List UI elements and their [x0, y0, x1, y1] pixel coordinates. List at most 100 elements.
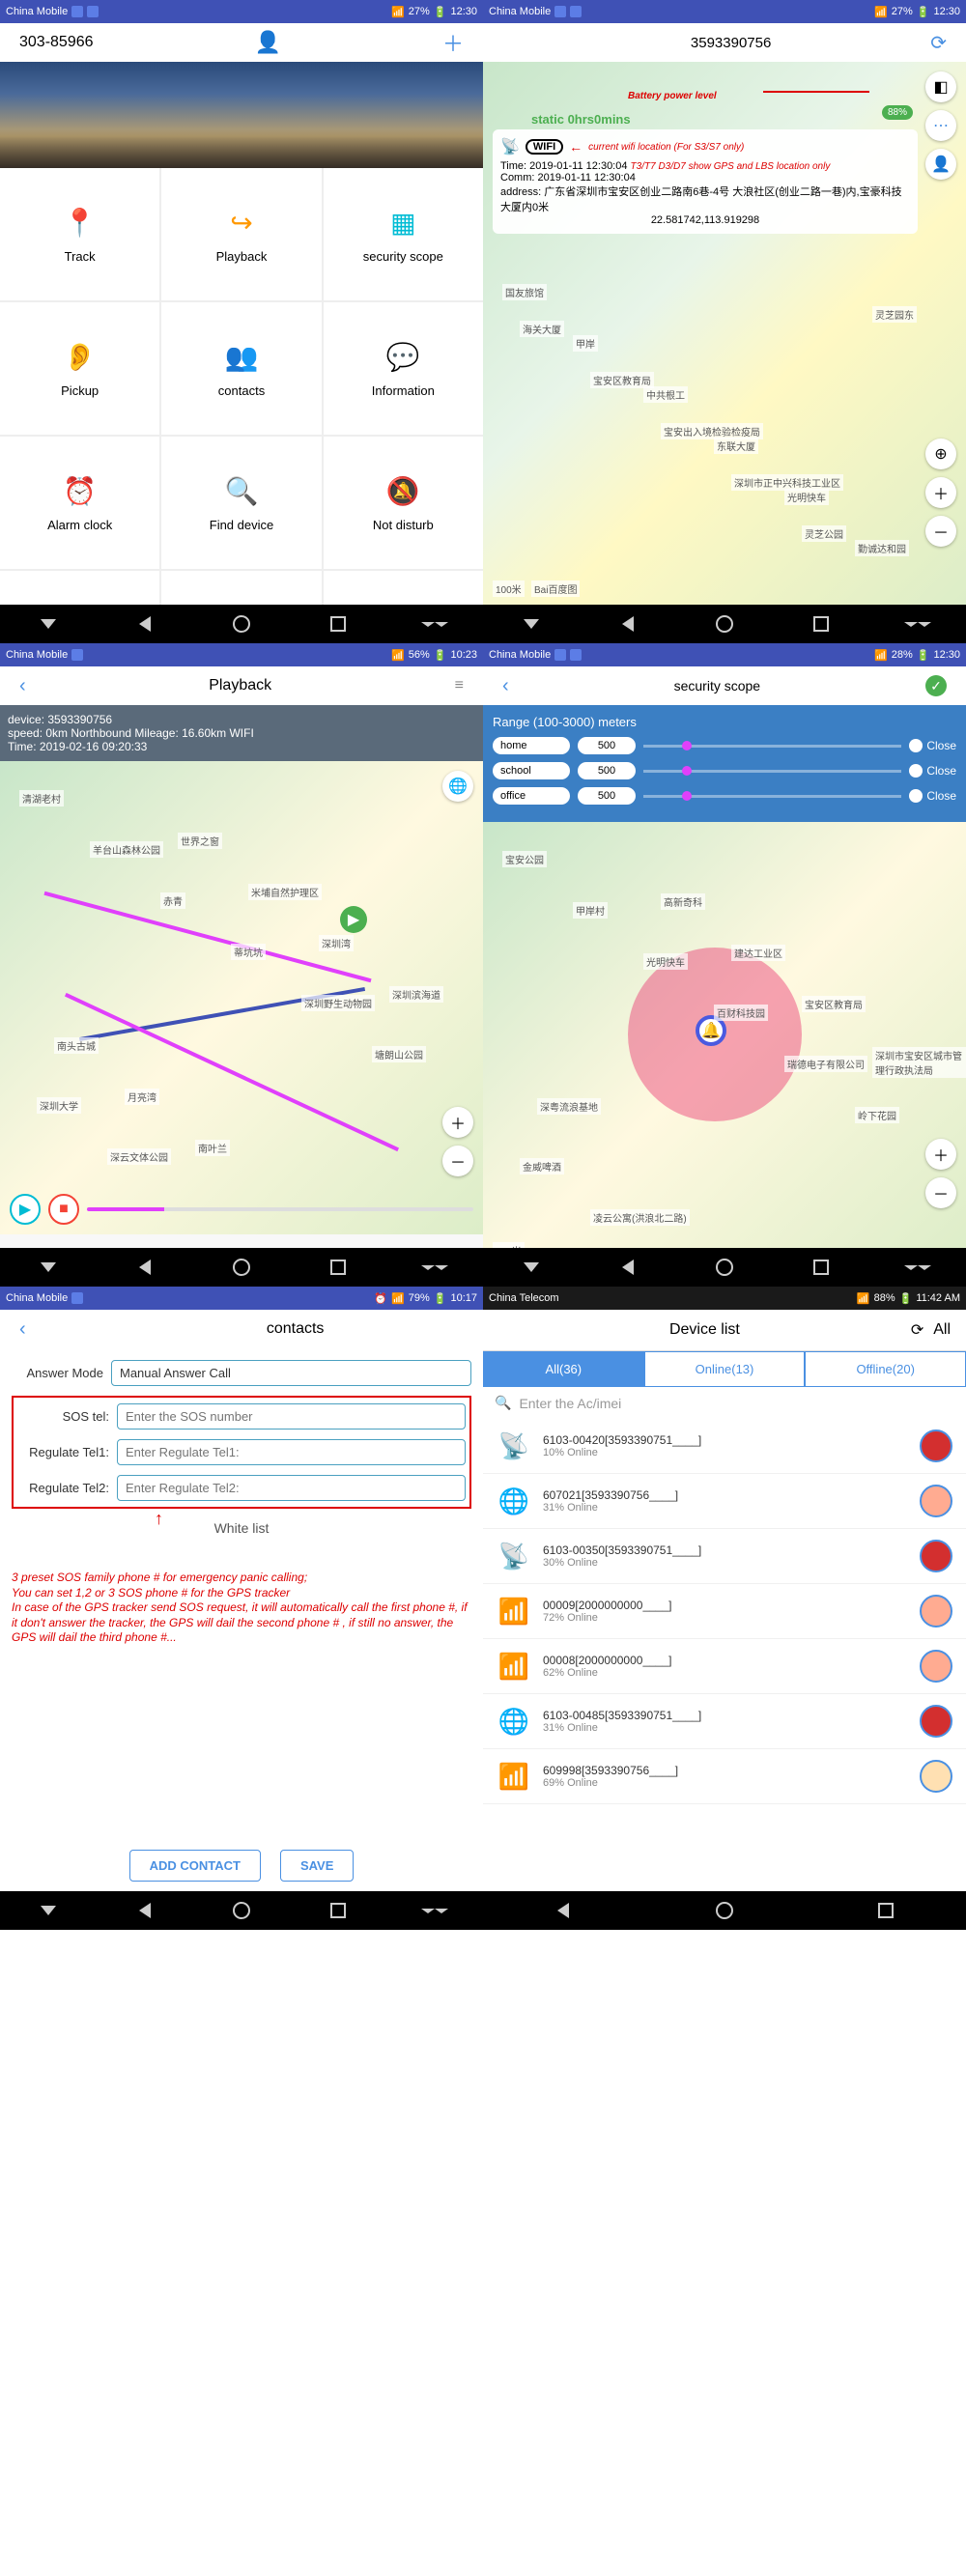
globe-button[interactable]: 🌐	[442, 771, 473, 802]
nav-home[interactable]	[230, 1899, 253, 1922]
device-item[interactable]: 📡 6103-00350[3593390751____]30% Online	[483, 1529, 966, 1584]
nav-menu[interactable]	[423, 612, 446, 636]
reg2-input[interactable]	[117, 1475, 466, 1501]
locate-button[interactable]: ⊕	[925, 439, 956, 469]
nav-back[interactable]	[616, 612, 639, 636]
range-slider[interactable]	[643, 770, 901, 773]
close-toggle[interactable]: Close	[909, 764, 956, 778]
device-item[interactable]: 📡 6103-00420[3593390751____]10% Online	[483, 1419, 966, 1474]
nav-recent[interactable]	[810, 1256, 833, 1279]
play-marker[interactable]: ▶	[340, 906, 367, 933]
nav-down[interactable]	[37, 1899, 60, 1922]
nav-down[interactable]	[520, 1256, 543, 1279]
progress-bar[interactable]	[87, 1207, 473, 1211]
refresh-icon[interactable]: ⟳	[911, 1320, 923, 1340]
back-icon[interactable]: ‹	[502, 675, 509, 697]
nav-recent[interactable]	[327, 1256, 350, 1279]
profile-icon[interactable]: 👤	[255, 30, 281, 55]
feature-playback[interactable]: ↪Playback	[161, 168, 321, 300]
nav-down[interactable]	[37, 612, 60, 636]
avatar[interactable]	[920, 1760, 952, 1793]
nav-back[interactable]	[552, 1899, 575, 1922]
answer-mode-select[interactable]: Manual Answer Call	[111, 1360, 471, 1386]
feature-contacts[interactable]: 👥contacts	[161, 302, 321, 435]
nav-menu[interactable]	[423, 1899, 446, 1922]
avatar[interactable]	[920, 1485, 952, 1517]
avatar[interactable]	[920, 1650, 952, 1683]
range-value-input[interactable]	[578, 737, 636, 754]
tab-offline[interactable]: Offline(20)	[805, 1351, 966, 1387]
nav-menu[interactable]	[906, 1256, 929, 1279]
feature-find-device[interactable]: 🔍Find device	[161, 437, 321, 569]
nav-bottom[interactable]	[0, 1891, 483, 1930]
whitelist-link[interactable]: White list	[12, 1509, 471, 1547]
close-toggle[interactable]: Close	[909, 789, 956, 803]
nav-home[interactable]	[713, 612, 736, 636]
back-icon[interactable]: ‹	[19, 675, 26, 697]
avatar[interactable]	[920, 1705, 952, 1738]
device-item[interactable]: 🌐 6103-00485[3593390751____]31% Online	[483, 1694, 966, 1749]
range-value-input[interactable]	[578, 787, 636, 805]
zoom-out-button[interactable]: －	[925, 1177, 956, 1208]
add-contact-button[interactable]: ADD CONTACT	[129, 1850, 261, 1882]
avatar[interactable]	[920, 1430, 952, 1462]
avatar[interactable]	[920, 1540, 952, 1572]
nav-bottom[interactable]	[483, 1248, 966, 1287]
map-view[interactable]: ▶ 🌐 ＋ － ▶ ■ 清湖老村羊台山森林公园赤青蒂坑坑深圳野生动物园塘朗山公园…	[0, 761, 483, 1234]
zoom-in-button[interactable]: ＋	[442, 1107, 473, 1138]
nav-down[interactable]	[520, 612, 543, 636]
stop-button[interactable]: ■	[48, 1194, 79, 1225]
range-name-input[interactable]	[493, 737, 570, 754]
nav-back[interactable]	[616, 1256, 639, 1279]
avatar[interactable]	[920, 1595, 952, 1628]
reg1-input[interactable]	[117, 1439, 466, 1465]
range-slider[interactable]	[643, 745, 901, 748]
street-button[interactable]: 👤	[925, 149, 956, 180]
range-slider[interactable]	[643, 795, 901, 798]
feature-pickup[interactable]: 👂Pickup	[0, 302, 159, 435]
confirm-icon[interactable]: ✓	[925, 675, 947, 696]
nav-home[interactable]	[230, 1256, 253, 1279]
nav-home[interactable]	[713, 1899, 736, 1922]
feature-alarm-clock[interactable]: ⏰Alarm clock	[0, 437, 159, 569]
nav-bottom[interactable]	[483, 1891, 966, 1930]
device-item[interactable]: 📶 609998[3593390756____]69% Online	[483, 1749, 966, 1804]
close-toggle[interactable]: Close	[909, 739, 956, 752]
nav-home[interactable]	[713, 1256, 736, 1279]
feature-security-scope[interactable]: ▦security scope	[324, 168, 483, 300]
nav-bottom[interactable]	[483, 605, 966, 643]
play-button[interactable]: ▶	[10, 1194, 41, 1225]
zoom-out-button[interactable]: －	[925, 516, 956, 547]
range-value-input[interactable]	[578, 762, 636, 779]
zoom-in-button[interactable]: ＋	[925, 477, 956, 508]
all-button[interactable]: All	[933, 1321, 951, 1339]
nav-recent[interactable]	[810, 612, 833, 636]
nav-recent[interactable]	[874, 1899, 897, 1922]
nav-back[interactable]	[133, 1256, 156, 1279]
zoom-in-button[interactable]: ＋	[925, 1139, 956, 1170]
feature-track[interactable]: 📍Track	[0, 168, 159, 300]
sos-input[interactable]	[117, 1403, 466, 1430]
device-item[interactable]: 📶 00009[2000000000____]72% Online	[483, 1584, 966, 1639]
back-icon[interactable]: ‹	[19, 1318, 26, 1341]
nav-bottom[interactable]	[0, 605, 483, 643]
nav-home[interactable]	[230, 612, 253, 636]
range-name-input[interactable]	[493, 787, 570, 805]
device-item[interactable]: 📶 00008[2000000000____]62% Online	[483, 1639, 966, 1694]
refresh-icon[interactable]: ⟳	[930, 31, 947, 55]
layers-button[interactable]: ◧	[925, 71, 956, 102]
nav-down[interactable]	[37, 1256, 60, 1279]
tab-online[interactable]: Online(13)	[644, 1351, 806, 1387]
nav-menu[interactable]	[906, 612, 929, 636]
map-view[interactable]: 🔔 ＋ － 200米 宝安公园甲岸村光明快车百财科技园瑞德电子有限公司岭下花园金…	[483, 822, 966, 1266]
save-button[interactable]: SAVE	[280, 1850, 354, 1882]
range-name-input[interactable]	[493, 762, 570, 779]
map-view[interactable]: Battery power level 88% static 0hrs0mins…	[483, 62, 966, 605]
nav-bottom[interactable]	[0, 1248, 483, 1287]
nav-recent[interactable]	[327, 1899, 350, 1922]
menu-icon[interactable]: ≡	[455, 677, 464, 694]
tab-all[interactable]: All(36)	[483, 1351, 644, 1387]
more-button[interactable]: ⋯	[925, 110, 956, 141]
search-bar[interactable]: 🔍 Enter the Ac/imei	[483, 1387, 966, 1419]
nav-back[interactable]	[133, 612, 156, 636]
